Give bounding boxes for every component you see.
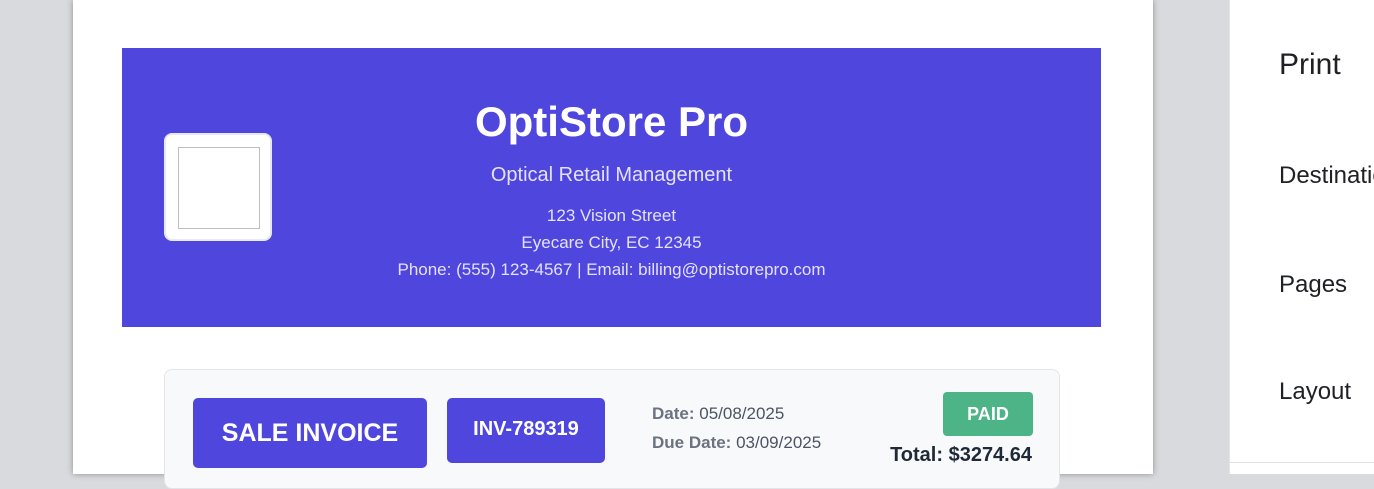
invoice-type-badge: SALE INVOICE — [193, 398, 427, 468]
invoice-dates: Date: 05/08/2025 Due Date: 03/09/2025 — [652, 399, 821, 457]
print-panel-title: Print — [1279, 48, 1341, 81]
due-date-label: Due Date: — [652, 433, 732, 452]
company-address: 123 Vision Street Eyecare City, EC 12345… — [122, 202, 1101, 283]
company-name: OptiStore Pro — [474, 98, 749, 145]
due-date-value: 03/09/2025 — [736, 433, 822, 452]
status-badge: PAID — [943, 392, 1033, 436]
invoice-header: OptiStore Pro Optical Retail Management … — [122, 48, 1101, 327]
destination-setting-label[interactable]: Destination — [1279, 162, 1374, 190]
company-tagline: Optical Retail Management — [490, 164, 733, 186]
invoice-total: Total: $3274.64 — [890, 444, 1032, 466]
invoice-number-badge: INV-789319 — [447, 398, 605, 463]
pages-setting-label[interactable]: Pages — [1279, 271, 1347, 299]
invoice-date: Date: 05/08/2025 — [652, 399, 821, 428]
contact-line: Phone: (555) 123-4567 | Email: billing@o… — [397, 260, 826, 279]
print-settings-panel: Print Destination Pages Layout — [1229, 0, 1374, 474]
invoice-meta-card: SALE INVOICE INV-789319 Date: 05/08/2025… — [164, 369, 1060, 489]
date-label: Date: — [652, 404, 695, 423]
invoice-due-date: Due Date: 03/09/2025 — [652, 428, 821, 457]
panel-divider — [1230, 462, 1374, 463]
address-line-1: 123 Vision Street — [546, 206, 677, 225]
date-value: 05/08/2025 — [699, 404, 785, 423]
company-info: OptiStore Pro Optical Retail Management … — [122, 96, 1101, 283]
layout-setting-label[interactable]: Layout — [1279, 378, 1351, 406]
print-preview-page: OptiStore Pro Optical Retail Management … — [73, 0, 1153, 489]
address-line-2: Eyecare City, EC 12345 — [521, 233, 702, 252]
